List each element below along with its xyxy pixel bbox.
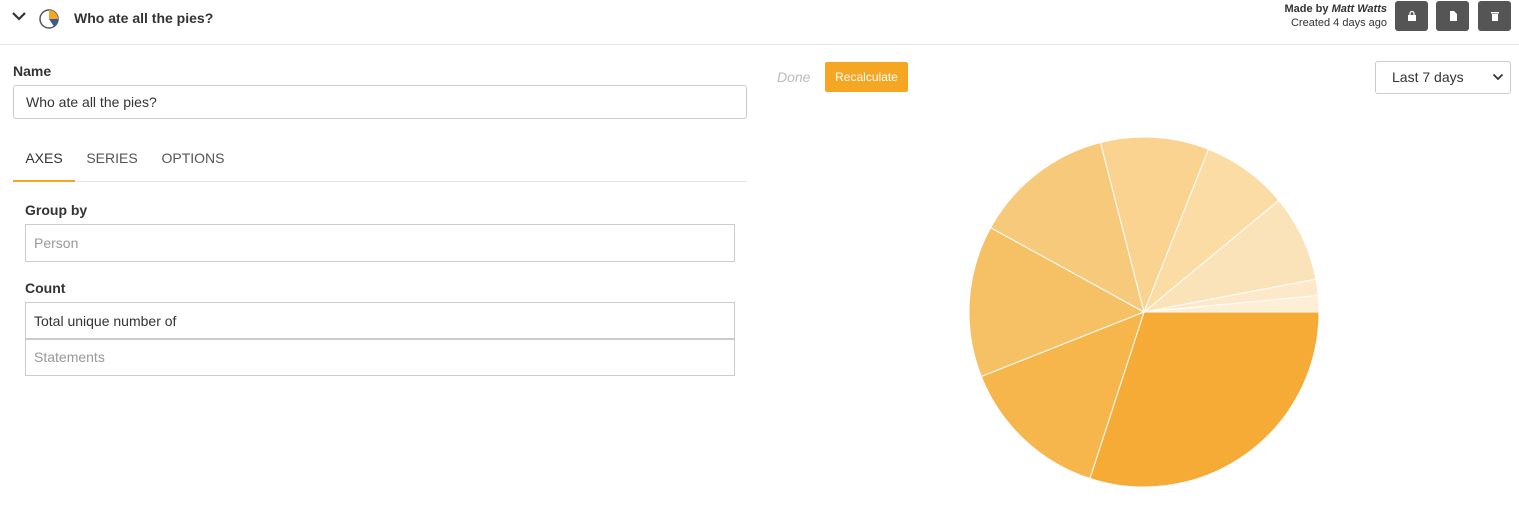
widget-title: Who ate all the pies? — [74, 10, 214, 26]
count-operator-select[interactable]: Total unique number of — [25, 302, 735, 340]
widget-header: Who ate all the pies? Made by Matt Watts… — [0, 0, 1519, 45]
author-name: Matt Watts — [1331, 3, 1387, 15]
count-target-select[interactable]: Statements — [25, 338, 735, 376]
name-input[interactable] — [13, 85, 747, 119]
group-by-label: Group by — [25, 202, 88, 218]
trash-icon — [1490, 12, 1499, 21]
pie-chart-icon — [39, 9, 59, 29]
recalculate-button[interactable]: Recalculate — [825, 62, 908, 92]
lock-icon — [1407, 10, 1416, 21]
time-range-value: Last 7 days — [1392, 69, 1464, 85]
status-text: Done — [777, 69, 811, 85]
made-by-label: Made by — [1284, 3, 1332, 15]
privacy-button[interactable] — [1395, 1, 1428, 31]
created-time: Created 4 days ago — [1290, 17, 1387, 29]
pie-chart — [968, 136, 1320, 488]
widget-meta: Made by Matt Watts Created 4 days ago — [1285, 2, 1388, 30]
delete-button[interactable] — [1478, 1, 1511, 31]
editor-tabs: AXES SERIES OPTIONS — [13, 140, 747, 182]
tab-series[interactable]: SERIES — [79, 140, 145, 182]
copy-icon — [1449, 11, 1457, 21]
time-range-select[interactable]: Last 7 days — [1375, 61, 1511, 94]
count-label: Count — [25, 280, 66, 296]
chevron-down-icon — [1492, 73, 1504, 81]
tab-axes[interactable]: AXES — [13, 140, 75, 182]
duplicate-button[interactable] — [1436, 1, 1469, 31]
tab-options[interactable]: OPTIONS — [155, 140, 231, 182]
chevron-down-icon[interactable] — [11, 10, 27, 24]
group-by-select[interactable]: Person — [25, 224, 735, 262]
name-label: Name — [13, 63, 52, 79]
